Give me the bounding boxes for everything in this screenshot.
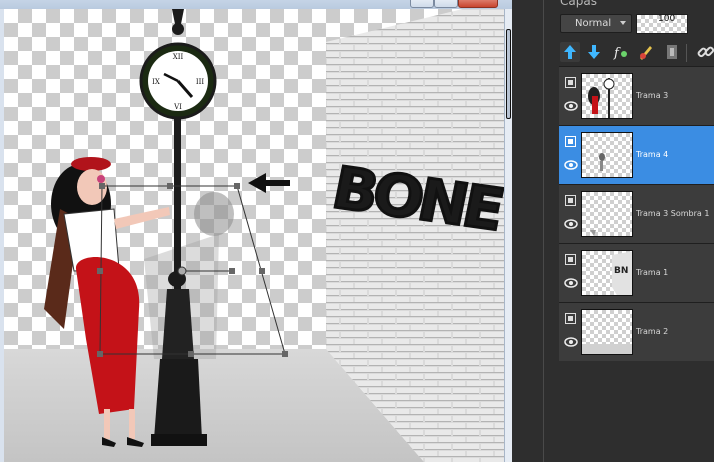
annotation-arrow <box>248 173 290 193</box>
svg-text:III: III <box>196 78 205 86</box>
paint-brush-icon[interactable] <box>636 42 656 62</box>
layer-name: Trama 2 <box>636 327 669 336</box>
svg-text:BN: BN <box>614 266 628 276</box>
link-icon[interactable] <box>696 42 714 62</box>
layer-toolbar: f <box>560 42 714 64</box>
layer-lock-icon[interactable] <box>565 136 576 147</box>
layer-thumbnail <box>581 73 633 119</box>
canvas-window: BONE XII III VI IX <box>0 0 512 462</box>
layer-row[interactable]: Trama 4 <box>559 125 714 184</box>
visibility-eye-icon[interactable] <box>564 101 578 111</box>
visibility-eye-icon[interactable] <box>564 278 578 288</box>
layer-thumbnail <box>581 132 633 178</box>
canvas-scrollbar[interactable] <box>504 9 512 462</box>
layer-list: Trama 3 Trama 4 Trama 3 Sombra 1 BN Tram… <box>559 66 714 366</box>
svg-text:XII: XII <box>173 53 184 61</box>
blend-mode-dropdown[interactable]: Normal <box>560 14 632 33</box>
scene-artwork: BONE XIIIII VIIX <box>4 9 504 462</box>
maximize-button[interactable] <box>434 0 458 8</box>
layer-lock-icon[interactable] <box>565 195 576 206</box>
new-layer-up-icon[interactable] <box>560 42 580 62</box>
visibility-eye-icon[interactable] <box>564 160 578 170</box>
layer-row[interactable]: Trama 2 <box>559 302 714 361</box>
visibility-eye-icon[interactable] <box>564 219 578 229</box>
layer-row[interactable]: Trama 3 <box>559 66 714 125</box>
chevron-down-icon <box>620 21 626 25</box>
opacity-value: 100 <box>658 14 676 24</box>
toolbar-divider <box>686 44 687 62</box>
layer-thumbnail <box>581 309 633 355</box>
move-layer-down-icon[interactable] <box>584 42 604 62</box>
layer-thumbnail: BN <box>581 250 633 296</box>
layer-row[interactable]: BN Trama 1 <box>559 243 714 302</box>
layer-name: Trama 3 Sombra 1 <box>636 209 710 218</box>
minimize-button[interactable] <box>410 0 434 8</box>
layer-lock-icon[interactable] <box>565 313 576 324</box>
layer-thumbnail <box>581 191 633 237</box>
blend-mode-value: Normal <box>575 18 612 29</box>
panel-divider <box>543 0 544 462</box>
mask-icon[interactable] <box>662 42 682 62</box>
svg-text:VI: VI <box>173 103 182 111</box>
visibility-eye-icon[interactable] <box>564 337 578 347</box>
layer-lock-icon[interactable] <box>565 254 576 265</box>
app-window: BONE XII III VI IX Capas Normal 100 f Tr… <box>0 0 714 462</box>
layer-name: Trama 1 <box>636 268 669 277</box>
svg-text:IX: IX <box>152 78 160 86</box>
layer-name: Trama 3 <box>636 91 669 100</box>
layer-name: Trama 4 <box>636 150 669 159</box>
svg-text:f: f <box>613 46 621 61</box>
layer-effects-icon[interactable]: f <box>610 42 630 62</box>
layer-row[interactable]: Trama 3 Sombra 1 <box>559 184 714 243</box>
image-canvas[interactable]: BONE XII III VI IX <box>4 9 504 462</box>
layer-lock-icon[interactable] <box>565 77 576 88</box>
close-button[interactable] <box>458 0 498 8</box>
panel-title: Capas <box>560 0 597 8</box>
